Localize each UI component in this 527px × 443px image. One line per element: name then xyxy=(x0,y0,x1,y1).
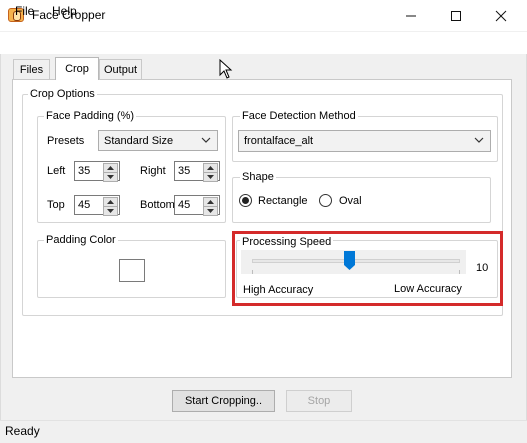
highlight-box xyxy=(232,231,503,306)
menu-help[interactable]: Help xyxy=(52,4,77,18)
top-label: Top xyxy=(47,199,65,211)
mouse-cursor-icon xyxy=(219,59,233,79)
chevron-down-icon xyxy=(201,137,211,143)
bottom-padding-value: 45 xyxy=(178,199,191,211)
minimize-icon xyxy=(406,15,416,16)
status-bar xyxy=(0,420,527,443)
close-icon xyxy=(495,10,507,21)
oval-radio[interactable] xyxy=(319,194,332,207)
presets-label: Presets xyxy=(47,135,85,147)
minimize-button[interactable] xyxy=(388,0,434,31)
top-padding-value: 45 xyxy=(78,199,91,211)
padding-color-legend: Padding Color xyxy=(44,234,118,246)
face-padding-legend: Face Padding (%) xyxy=(44,110,137,122)
decrement-arrow-icon[interactable] xyxy=(103,172,118,182)
presets-value: Standard Size xyxy=(104,134,174,147)
left-padding-value: 35 xyxy=(78,165,91,177)
left-label: Left xyxy=(47,165,66,177)
menu-file[interactable]: File xyxy=(15,4,34,18)
start-cropping-button[interactable]: Start Cropping.. xyxy=(172,390,275,412)
menu-bar xyxy=(0,32,527,54)
oval-label[interactable]: Oval xyxy=(339,195,362,207)
face-detection-dropdown[interactable]: frontalface_alt xyxy=(238,130,491,152)
decrement-arrow-icon[interactable] xyxy=(203,206,218,216)
right-padding-spinner[interactable]: 35 xyxy=(174,161,220,182)
bottom-padding-spinner[interactable]: 45 xyxy=(174,195,220,216)
crop-options-legend: Crop Options xyxy=(28,88,97,100)
bottom-label: Bottom xyxy=(140,199,175,211)
right-label: Right xyxy=(140,165,166,177)
chevron-down-icon xyxy=(474,137,484,143)
tab-output[interactable]: Output xyxy=(99,59,142,79)
tab-crop[interactable]: Crop xyxy=(55,57,99,80)
shape-legend: Shape xyxy=(240,171,276,183)
maximize-button[interactable] xyxy=(433,0,479,31)
decrement-arrow-icon[interactable] xyxy=(203,172,218,182)
padding-color-swatch[interactable] xyxy=(119,259,145,282)
stop-button[interactable]: Stop xyxy=(286,390,352,412)
rectangle-label[interactable]: Rectangle xyxy=(258,195,308,207)
top-padding-spinner[interactable]: 45 xyxy=(74,195,120,216)
close-button[interactable] xyxy=(478,0,524,31)
maximize-icon xyxy=(451,10,461,21)
face-detection-value: frontalface_alt xyxy=(244,135,314,147)
face-detection-legend: Face Detection Method xyxy=(240,110,358,122)
left-padding-spinner[interactable]: 35 xyxy=(74,161,120,182)
status-text: Ready xyxy=(5,424,40,438)
rectangle-radio[interactable] xyxy=(239,194,252,207)
presets-dropdown[interactable]: Standard Size xyxy=(98,130,218,151)
right-padding-value: 35 xyxy=(178,165,191,177)
decrement-arrow-icon[interactable] xyxy=(103,206,118,216)
tab-files[interactable]: Files xyxy=(13,59,50,79)
